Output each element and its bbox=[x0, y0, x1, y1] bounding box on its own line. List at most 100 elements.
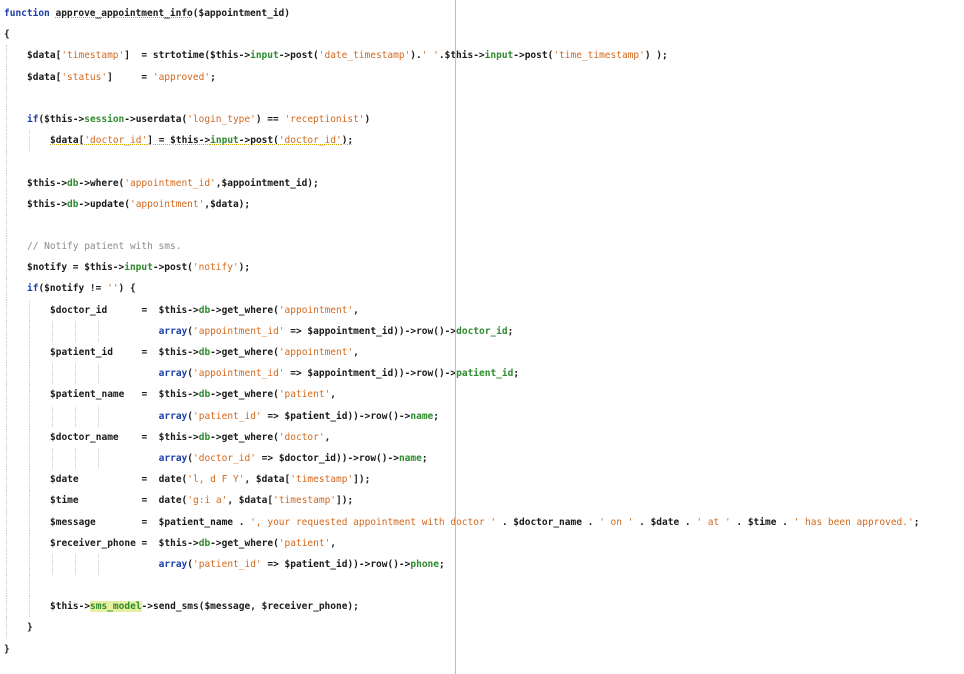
indent-guide bbox=[29, 490, 30, 512]
code-token: 'status' bbox=[61, 71, 108, 83]
code-token: db bbox=[67, 177, 79, 189]
code-token: ->get_where( bbox=[210, 389, 279, 401]
code-line[interactable]: $data['status'] = 'approved'; bbox=[4, 66, 919, 88]
code-token: 'patient_id' bbox=[193, 558, 262, 570]
code-line[interactable] bbox=[4, 575, 919, 597]
code-line[interactable]: $this->db->update('appointment',$data); bbox=[4, 193, 919, 215]
code-line[interactable]: } bbox=[4, 639, 919, 660]
code-token: , bbox=[330, 389, 337, 401]
code-line[interactable]: array('appointment_id' => $appointment_i… bbox=[4, 363, 919, 385]
code-token: $data[ bbox=[27, 50, 62, 62]
code-token: . $time . bbox=[730, 516, 794, 528]
indent-guide bbox=[6, 299, 7, 321]
code-line[interactable]: $receiver_phone = $this->db->get_where('… bbox=[4, 532, 919, 554]
code-token: 'g:i a' bbox=[187, 495, 228, 507]
code-line[interactable]: $notify = $this->input->post('notify'); bbox=[4, 257, 919, 279]
code-token: , $data[ bbox=[244, 474, 291, 486]
indent-guide bbox=[6, 320, 7, 342]
code-token: ) == bbox=[255, 113, 285, 125]
code-token: ($notify != bbox=[38, 283, 108, 295]
code-line[interactable]: $doctor_id = $this->db->get_where('appoi… bbox=[4, 299, 919, 321]
indent-guide bbox=[6, 575, 7, 597]
code-token: ) { bbox=[118, 283, 136, 295]
code-token: , bbox=[353, 304, 359, 316]
indent-guide bbox=[75, 363, 76, 385]
code-token: 'appointment_id' bbox=[124, 177, 216, 189]
code-line[interactable]: $patient_id = $this->db->get_where('appo… bbox=[4, 342, 919, 364]
indent-guide bbox=[29, 342, 30, 364]
code-line[interactable]: $this->sms_model->send_sms($message, $re… bbox=[4, 596, 919, 618]
code-token: input bbox=[484, 50, 514, 62]
code-token: , bbox=[324, 431, 331, 443]
code-token: 'doctor_id' bbox=[84, 135, 148, 147]
code-token: if bbox=[27, 283, 39, 295]
code-line[interactable]: $this->db->where('appointment_id',$appoi… bbox=[4, 172, 919, 194]
code-token: ->post( bbox=[278, 50, 319, 62]
code-line[interactable] bbox=[4, 87, 919, 109]
code-token: => $appointment_id))->row()-> bbox=[284, 325, 457, 337]
indent-guide bbox=[75, 320, 76, 342]
code-line[interactable] bbox=[4, 214, 919, 237]
code-token: 'appointment' bbox=[278, 304, 354, 316]
indent-guide bbox=[6, 193, 7, 215]
indent-guide bbox=[75, 447, 76, 470]
code-token: ; bbox=[433, 410, 439, 422]
indent-guide bbox=[29, 384, 30, 406]
code-line[interactable]: if($notify != '') { bbox=[4, 278, 919, 300]
code-line[interactable]: $patient_name = $this->db->get_where('pa… bbox=[4, 384, 919, 406]
code-token: db bbox=[198, 537, 211, 549]
code-line[interactable]: } bbox=[4, 617, 919, 639]
code-line[interactable]: $time = date('g:i a', $data['timestamp']… bbox=[4, 490, 919, 512]
code-token: ->post( bbox=[238, 135, 279, 147]
code-token: db bbox=[198, 347, 211, 358]
code-token: ; bbox=[210, 71, 216, 83]
code-line[interactable] bbox=[4, 151, 919, 173]
code-token: ->post( bbox=[152, 262, 193, 274]
indent-guide bbox=[29, 511, 30, 533]
code-line[interactable]: array('appointment_id' => $appointment_i… bbox=[4, 320, 919, 342]
code-area[interactable]: function approve_appointment_info($appoi… bbox=[4, 3, 919, 660]
code-token: $patient_id = $this-> bbox=[50, 347, 199, 358]
code-token: sms_model bbox=[90, 601, 142, 613]
code-token: ->update( bbox=[78, 198, 130, 210]
code-line[interactable]: array('patient_id' => $patient_id))->row… bbox=[4, 553, 919, 576]
indent-guide bbox=[6, 426, 7, 448]
code-line[interactable]: function approve_appointment_info($appoi… bbox=[4, 3, 919, 24]
code-line[interactable]: $message = $patient_name . ', your reque… bbox=[4, 511, 919, 533]
indent-guide bbox=[98, 553, 99, 576]
code-line[interactable]: $data['timestamp'] = strtotime($this->in… bbox=[4, 45, 919, 67]
code-token: ). bbox=[410, 50, 422, 62]
indent-guide bbox=[29, 405, 30, 427]
indent-guide bbox=[29, 553, 30, 576]
code-token: db bbox=[67, 198, 79, 210]
code-token: 'login_type' bbox=[187, 113, 256, 125]
code-editor[interactable]: function approve_appointment_info($appoi… bbox=[0, 0, 964, 674]
code-token: $notify = $this-> bbox=[27, 262, 125, 274]
code-token: ->post( bbox=[513, 50, 554, 62]
code-token: ' at ' bbox=[696, 516, 731, 528]
code-token: ] = strtotime($this-> bbox=[124, 50, 251, 62]
code-token: 'notify' bbox=[192, 262, 239, 274]
code-line[interactable]: { bbox=[4, 24, 919, 45]
code-line[interactable]: $data['doctor_id'] = $this->input->post(… bbox=[4, 130, 919, 152]
code-token: ->userdata( bbox=[124, 113, 188, 125]
code-token: phone bbox=[410, 558, 439, 570]
code-token: $this-> bbox=[27, 198, 68, 210]
code-token: } bbox=[27, 622, 33, 634]
code-token: $data[ bbox=[27, 71, 62, 83]
indent-guide bbox=[6, 45, 7, 67]
code-token: 'appointment' bbox=[129, 198, 205, 210]
indent-guide bbox=[6, 447, 7, 470]
code-line[interactable]: array('doctor_id' => $doctor_id))->row()… bbox=[4, 447, 919, 470]
indent-guide bbox=[6, 214, 7, 237]
code-line[interactable]: if($this->session->userdata('login_type'… bbox=[4, 108, 919, 131]
code-line[interactable]: array('patient_id' => $patient_id))->row… bbox=[4, 405, 919, 427]
code-token: 'patient' bbox=[278, 537, 331, 549]
code-line[interactable]: $doctor_name = $this->db->get_where('doc… bbox=[4, 426, 919, 448]
code-token: doctor_id bbox=[456, 325, 508, 337]
code-token: ); bbox=[238, 262, 251, 274]
indent-guide bbox=[6, 405, 7, 427]
code-line[interactable]: // Notify patient with sms. bbox=[4, 236, 919, 258]
code-line[interactable]: $date = date('l, d F Y', $data['timestam… bbox=[4, 469, 919, 491]
